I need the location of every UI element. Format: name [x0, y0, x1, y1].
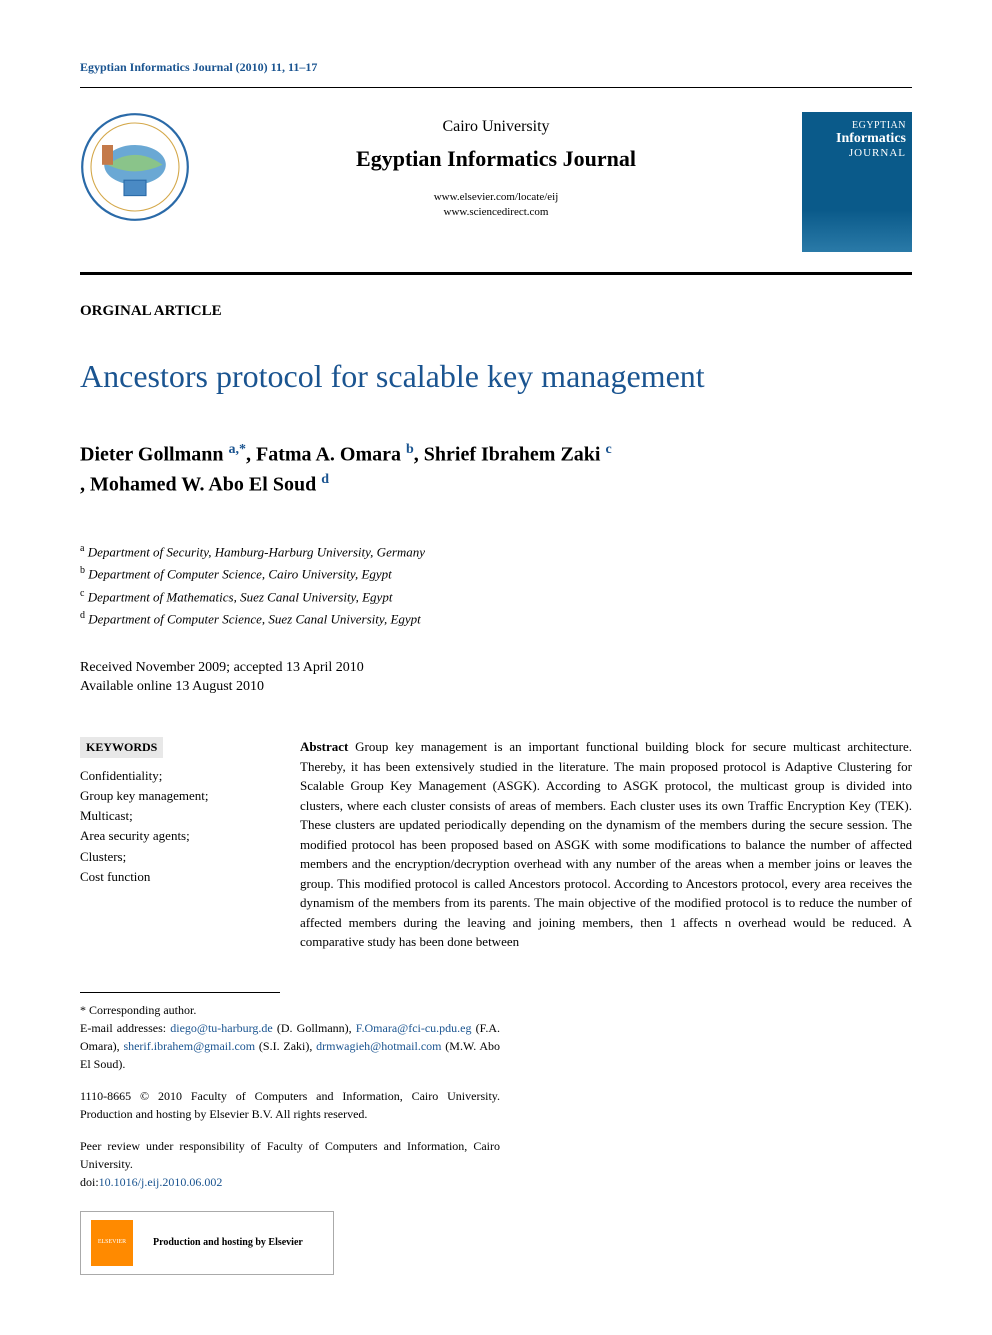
email-link[interactable]: drmwagieh@hotmail.com — [316, 1039, 441, 1053]
elsevier-hosting-box: ELSEVIER Production and hosting by Elsev… — [80, 1211, 334, 1275]
available-online: Available online 13 August 2010 — [80, 677, 912, 697]
journal-name: Egyptian Informatics Journal — [210, 146, 782, 172]
keywords-list: Confidentiality; Group key management; M… — [80, 766, 260, 887]
header-center: Cairo University Egyptian Informatics Jo… — [210, 112, 782, 221]
affiliation: b Department of Computer Science, Cairo … — [80, 563, 912, 585]
cover-line2: Informatics — [808, 131, 906, 147]
author-name: , Mohamed W. Abo El Soud — [80, 473, 321, 495]
keywords-abstract-row: KEYWORDS Confidentiality; Group key mana… — [80, 737, 912, 952]
elsevier-logo-icon: ELSEVIER — [91, 1220, 133, 1266]
abstract-label: Abstract — [300, 739, 348, 754]
article-type: ORGINAL ARTICLE — [80, 303, 912, 320]
cover-line1: EGYPTIAN — [808, 120, 906, 131]
author-name: , Fatma A. Omara — [246, 444, 406, 466]
article-dates: Received November 2009; accepted 13 Apri… — [80, 658, 912, 697]
author-affmark: c — [605, 442, 611, 457]
article-title: Ancestors protocol for scalable key mana… — [80, 356, 912, 396]
keywords-heading: KEYWORDS — [80, 737, 163, 758]
cover-line3: JOURNAL — [808, 147, 906, 159]
author-name: , Shrief Ibrahem Zaki — [414, 444, 606, 466]
affiliation: c Department of Mathematics, Suez Canal … — [80, 586, 912, 608]
publisher-name: Cairo University — [210, 118, 782, 136]
journal-header: Cairo University Egyptian Informatics Jo… — [80, 104, 912, 264]
keywords-column: KEYWORDS Confidentiality; Group key mana… — [80, 737, 260, 952]
author-affmark: d — [321, 472, 329, 487]
doi-link[interactable]: 10.1016/j.eij.2010.06.002 — [99, 1175, 223, 1189]
affiliation: a Department of Security, Hamburg-Harbur… — [80, 541, 912, 563]
author-affmark: a,* — [229, 442, 247, 457]
rule-top — [80, 87, 912, 88]
email-link[interactable]: diego@tu-harburg.de — [170, 1021, 272, 1035]
rule-header-bottom — [80, 272, 912, 275]
journal-urls: www.elsevier.com/locate/eij www.scienced… — [210, 190, 782, 221]
citation-line: Egyptian Informatics Journal (2010) 11, … — [80, 60, 912, 75]
corresponding-author: * Corresponding author. E-mail addresses… — [80, 1001, 500, 1073]
email-link[interactable]: F.Omara@fci-cu.pdu.eg — [356, 1021, 472, 1035]
authors-block: Dieter Gollmann a,*, Fatma A. Omara b, S… — [80, 440, 912, 499]
received-accepted: Received November 2009; accepted 13 Apri… — [80, 658, 912, 678]
footnote-rule — [80, 992, 280, 993]
email-link[interactable]: sherif.ibrahem@gmail.com — [123, 1039, 255, 1053]
footnotes-block: * Corresponding author. E-mail addresses… — [80, 1001, 500, 1275]
url-sciencedirect[interactable]: www.sciencedirect.com — [210, 205, 782, 220]
abstract-text: Group key management is an important fun… — [300, 739, 912, 949]
peer-review-note: Peer review under responsibility of Facu… — [80, 1137, 500, 1191]
author-affmark: b — [406, 442, 414, 457]
affiliation: d Department of Computer Science, Suez C… — [80, 608, 912, 630]
abstract-column: Abstract Group key management is an impo… — [300, 737, 912, 952]
affiliations-block: a Department of Security, Hamburg-Harbur… — [80, 541, 912, 630]
copyright-notice: 1110-8665 © 2010 Faculty of Computers an… — [80, 1087, 500, 1123]
author-name: Dieter Gollmann — [80, 444, 229, 466]
university-seal-icon — [80, 112, 190, 222]
url-elsevier[interactable]: www.elsevier.com/locate/eij — [210, 190, 782, 205]
journal-cover-thumbnail: EGYPTIAN Informatics JOURNAL — [802, 112, 912, 252]
hosting-text: Production and hosting by Elsevier — [153, 1235, 303, 1250]
